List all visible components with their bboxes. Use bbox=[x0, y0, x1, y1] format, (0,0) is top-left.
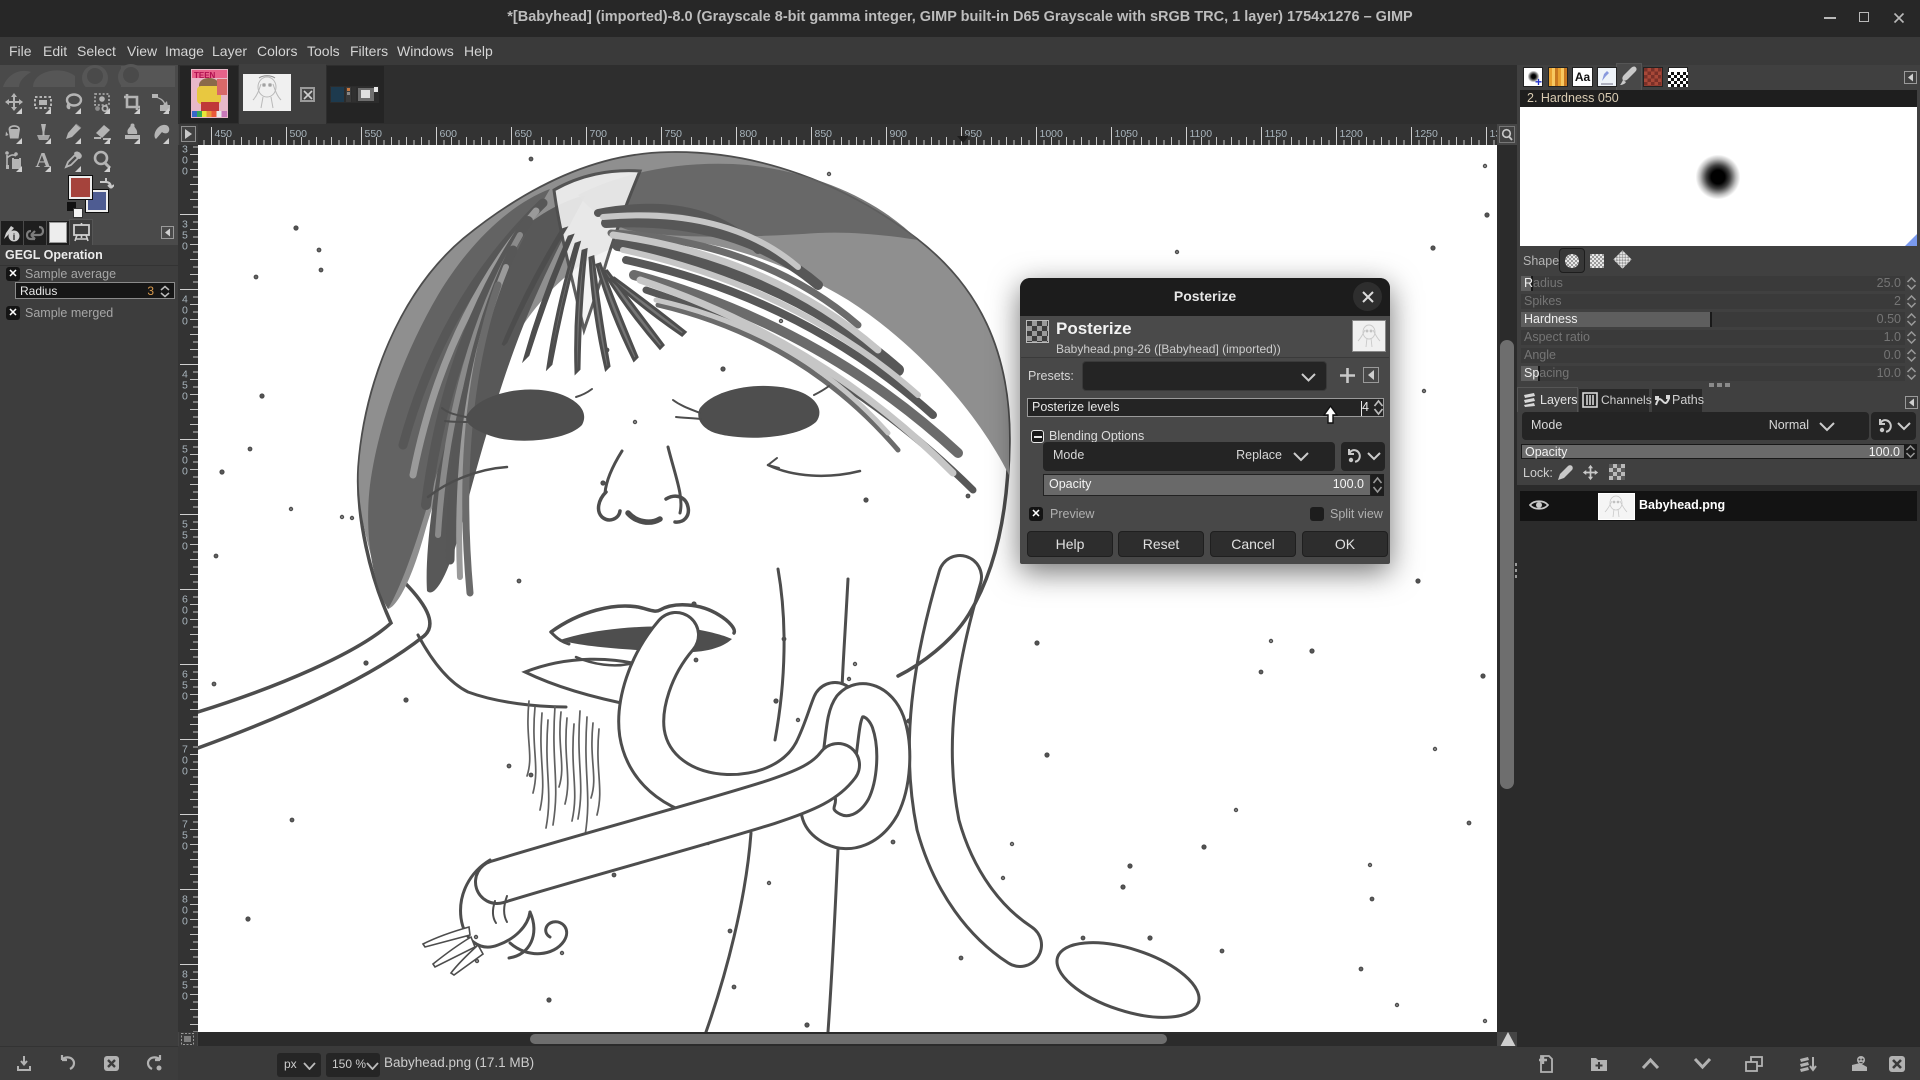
svg-text:500: 500 bbox=[290, 128, 308, 140]
svg-text:0: 0 bbox=[182, 916, 188, 928]
svg-text:1200: 1200 bbox=[1340, 128, 1364, 140]
svg-text:0: 0 bbox=[182, 616, 188, 628]
svg-text:750: 750 bbox=[665, 128, 683, 140]
svg-text:0: 0 bbox=[182, 166, 188, 178]
svg-text:1050: 1050 bbox=[1115, 128, 1139, 140]
svg-text:1000: 1000 bbox=[1040, 128, 1064, 140]
svg-text:1150: 1150 bbox=[1265, 128, 1288, 140]
svg-text:0: 0 bbox=[182, 991, 188, 1003]
svg-text:0: 0 bbox=[182, 841, 188, 853]
svg-text:550: 550 bbox=[365, 128, 383, 140]
svg-text:0: 0 bbox=[182, 466, 188, 478]
svg-text:700: 700 bbox=[590, 128, 608, 140]
svg-text:950: 950 bbox=[965, 128, 983, 140]
svg-text:650: 650 bbox=[515, 128, 533, 140]
svg-text:0: 0 bbox=[182, 766, 188, 778]
svg-text:0: 0 bbox=[182, 241, 188, 253]
svg-text:600: 600 bbox=[440, 128, 458, 140]
svg-text:0: 0 bbox=[182, 391, 188, 403]
svg-text:1100: 1100 bbox=[1190, 128, 1213, 140]
svg-text:13: 13 bbox=[1490, 128, 1498, 140]
svg-text:900: 900 bbox=[890, 128, 908, 140]
svg-text:i: i bbox=[13, 232, 16, 242]
svg-text:450: 450 bbox=[215, 128, 233, 140]
svg-text:0: 0 bbox=[182, 316, 188, 328]
svg-text:850: 850 bbox=[815, 128, 833, 140]
svg-text:800: 800 bbox=[740, 128, 758, 140]
svg-text:0: 0 bbox=[182, 691, 188, 703]
svg-text:0: 0 bbox=[182, 541, 188, 553]
svg-text:1250: 1250 bbox=[1415, 128, 1439, 140]
